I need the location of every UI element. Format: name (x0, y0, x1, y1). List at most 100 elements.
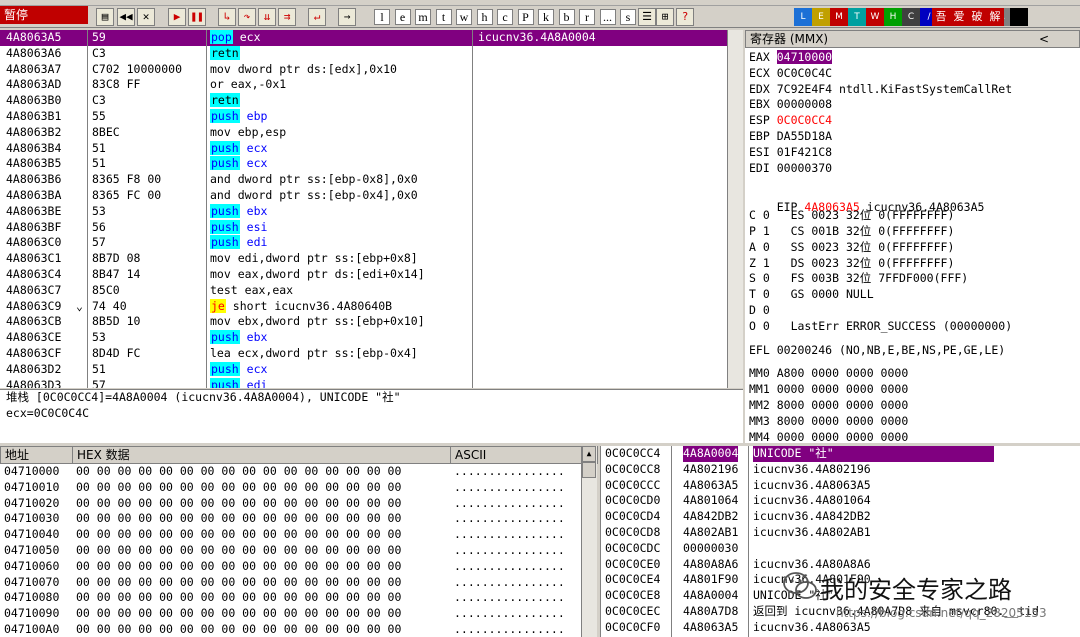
flag-row[interactable]: D 0 (749, 303, 1080, 319)
register-edx[interactable]: EDX 7C92E4F4 ntdll.KiFastSystemCallRet (749, 82, 1080, 98)
cn-button-1[interactable]: 爱 (950, 8, 968, 26)
dump-scrollbar[interactable]: ▲ (581, 446, 597, 637)
disasm-row[interactable]: 4A8063C9 74 40 ⌄ je short icucnv36.4A80640B (0, 298, 727, 315)
register-esi[interactable]: ESI 01F421C8 (749, 145, 1080, 161)
disasm-row[interactable]: 4A8063D2 51 push ecx (0, 361, 727, 378)
register-edi[interactable]: EDI 00000370 (749, 161, 1080, 177)
window-button-8[interactable]: k (538, 9, 554, 25)
disasm-row[interactable]: 4A8063BA 8365 FC 00 and dword ptr ss:[ebp-… (0, 188, 727, 204)
dump-ascii-header[interactable]: ASCII (455, 447, 486, 463)
black-square-icon[interactable] (1010, 8, 1028, 26)
disasm-row[interactable]: 4A8063D3 57 push edi (0, 377, 727, 388)
plugin-button-3[interactable]: T (848, 8, 866, 26)
column-divider[interactable] (87, 30, 88, 388)
mmx-register[interactable]: MM1 0000 0000 0000 0000 (749, 382, 1080, 398)
stack-row[interactable]: 0C0C0CC4 4A8A0004 UNICODE "社" (601, 446, 1080, 462)
flag-row[interactable]: P 1 CS 001B 32位 0(FFFFFFFF) (749, 224, 1080, 240)
close-icon[interactable]: ✕ (137, 8, 155, 26)
stack-row[interactable]: 0C0C0CF0 4A8063A5 icucnv36.4A8063A5 (601, 620, 1080, 636)
options-icon[interactable]: ⊞ (656, 8, 674, 26)
list-icon[interactable]: ☰ (638, 8, 656, 26)
window-button-5[interactable]: h (476, 9, 493, 25)
flag-row[interactable]: T 0 GS 0000 NULL (749, 287, 1080, 303)
execute-till-return-icon[interactable]: ↵ (308, 8, 326, 26)
step-into-icon[interactable]: ↳ (218, 8, 236, 26)
dump-row[interactable]: 04710040 00 00 00 00 00 00 00 00 00 00 00… (0, 527, 581, 543)
window-button-9[interactable]: b (558, 9, 575, 25)
mmx-register[interactable]: MM2 8000 0000 0000 0000 (749, 398, 1080, 414)
disasm-row[interactable]: 4A8063A5 59 pop ecx icucnv36.4A8A0004 (0, 30, 727, 46)
dump-row[interactable]: 047100A0 00 00 00 00 00 00 00 00 00 00 00… (0, 622, 581, 637)
plugin-button-2[interactable]: M (830, 8, 848, 26)
efl-register[interactable]: EFL 00200246 (NO,NB,E,BE,NS,PE,GE,LE) (745, 343, 1080, 359)
dump-row[interactable]: 04710000 00 00 00 00 00 00 00 00 00 00 00… (0, 464, 581, 480)
dump-row[interactable]: 04710030 00 00 00 00 00 00 00 00 00 00 00… (0, 511, 581, 527)
mmx-register[interactable]: MM4 0000 0000 0000 0000 (749, 430, 1080, 443)
disasm-row[interactable]: 4A8063A6 C3 retn (0, 45, 727, 62)
disasm-row[interactable]: 4A8063C4 8B47 14 mov eax,dword ptr ds:[edi… (0, 267, 727, 283)
flag-row[interactable]: O 0 LastErr ERROR_SUCCESS (00000000) (749, 319, 1080, 335)
window-button-2[interactable]: m (415, 9, 431, 25)
flag-row[interactable]: Z 1 DS 0023 32位 0(FFFFFFFF) (749, 256, 1080, 272)
plugin-button-1[interactable]: E (812, 8, 830, 26)
cn-button-2[interactable]: 破 (968, 8, 986, 26)
disasm-row[interactable]: 4A8063CE 53 push ebx (0, 330, 727, 346)
cn-button-3[interactable]: 解 (986, 8, 1004, 26)
open-icon[interactable]: ▤ (96, 8, 114, 26)
disasm-row[interactable]: 4A8063AD 83C8 FF or eax,-0x1 (0, 77, 727, 93)
flag-row[interactable]: C 0 ES 0023 32位 0(FFFFFFFF) (749, 208, 1080, 224)
window-button-0[interactable]: l (374, 9, 390, 25)
disasm-row[interactable]: 4A8063C0 57 push edi (0, 235, 727, 251)
window-button-4[interactable]: w (456, 9, 472, 25)
disasm-row[interactable]: 4A8063B0 C3 retn (0, 93, 727, 109)
cn-button-0[interactable]: 吾 (932, 8, 950, 26)
disasm-row[interactable]: 4A8063B4 51 push ecx (0, 140, 727, 157)
dump-row[interactable]: 04710020 00 00 00 00 00 00 00 00 00 00 00… (0, 496, 581, 512)
register-ecx[interactable]: ECX 0C0C0C4C (749, 66, 1080, 82)
disasm-row[interactable]: 4A8063C7 85C0 test eax,eax (0, 283, 727, 299)
disassembly-scrollbar[interactable] (727, 30, 743, 388)
flag-row[interactable]: S 0 FS 003B 32位 7FFDF000(FFF) (749, 271, 1080, 287)
window-button-7[interactable]: P (517, 9, 534, 25)
dump-row[interactable]: 04710080 00 00 00 00 00 00 00 00 00 00 00… (0, 590, 581, 606)
disasm-row[interactable]: 4A8063BE 53 push ebx (0, 203, 727, 220)
disasm-row[interactable]: 4A8063C1 8B7D 08 mov edi,dword ptr ss:[ebp… (0, 251, 727, 267)
plugin-button-0[interactable]: L (794, 8, 812, 26)
dump-hex-header[interactable]: HEX 数据 (77, 447, 130, 463)
window-button-1[interactable]: e (394, 9, 411, 25)
dump-addr-header[interactable]: 地址 (5, 447, 29, 463)
scroll-up-icon[interactable]: ▲ (582, 446, 596, 462)
disasm-row[interactable]: 4A8063CB 8B5D 10 mov ebx,dword ptr ss:[ebp… (0, 314, 727, 330)
trace-into-icon[interactable]: ⇊ (258, 8, 276, 26)
run-icon[interactable]: ▶ (168, 8, 186, 26)
disasm-row[interactable]: 4A8063B1 55 push ebp (0, 108, 727, 125)
disasm-row[interactable]: 4A8063B2 8BEC mov ebp,esp (0, 125, 727, 141)
step-over-icon[interactable]: ↷ (238, 8, 256, 26)
registers-pane[interactable]: EAX 04710000 ECX 0C0C0C4C EDX 7C92E4F4 ntd… (745, 48, 1080, 443)
stack-row[interactable]: 0C0C0CDC 00000030 (601, 541, 1080, 557)
window-button-6[interactable]: c (497, 9, 513, 25)
register-ebp[interactable]: EBP DA55D18A (749, 129, 1080, 145)
dump-row[interactable]: 04710070 00 00 00 00 00 00 00 00 00 00 00… (0, 575, 581, 591)
stack-row[interactable]: 0C0C0CC8 4A802196 icucnv36.4A802196 (601, 462, 1080, 478)
disassembly-pane[interactable]: 4A8063A5 59 pop ecx icucnv36.4A8A0004 4A8063… (0, 30, 727, 388)
mmx-register[interactable]: MM3 8000 0000 0000 0000 (749, 414, 1080, 430)
plugin-button-6[interactable]: C (902, 8, 920, 26)
dump-row[interactable]: 04710060 00 00 00 00 00 00 00 00 00 00 00… (0, 559, 581, 575)
scroll-thumb[interactable] (582, 462, 596, 478)
dump-row[interactable]: 04710090 00 00 00 00 00 00 00 00 00 00 00… (0, 606, 581, 622)
restart-icon[interactable]: ◀◀ (117, 8, 135, 26)
flag-row[interactable]: A 0 SS 0023 32位 0(FFFFFFFF) (749, 240, 1080, 256)
window-button-3[interactable]: t (435, 9, 452, 25)
plugin-button-5[interactable]: H (884, 8, 902, 26)
dump-row[interactable]: 04710050 00 00 00 00 00 00 00 00 00 00 00… (0, 543, 581, 559)
register-eax[interactable]: EAX 04710000 (749, 50, 1080, 66)
disasm-row[interactable]: 4A8063BF 56 push esi (0, 219, 727, 236)
trace-over-icon[interactable]: ⇉ (278, 8, 296, 26)
column-divider[interactable] (671, 446, 672, 637)
disasm-row[interactable]: 4A8063B5 51 push ecx (0, 156, 727, 172)
column-divider[interactable] (472, 30, 473, 388)
mmx-register[interactable]: MM0 A800 0000 0000 0000 (749, 366, 1080, 382)
column-divider[interactable] (206, 30, 207, 388)
pause-icon[interactable]: ❚❚ (188, 8, 206, 26)
